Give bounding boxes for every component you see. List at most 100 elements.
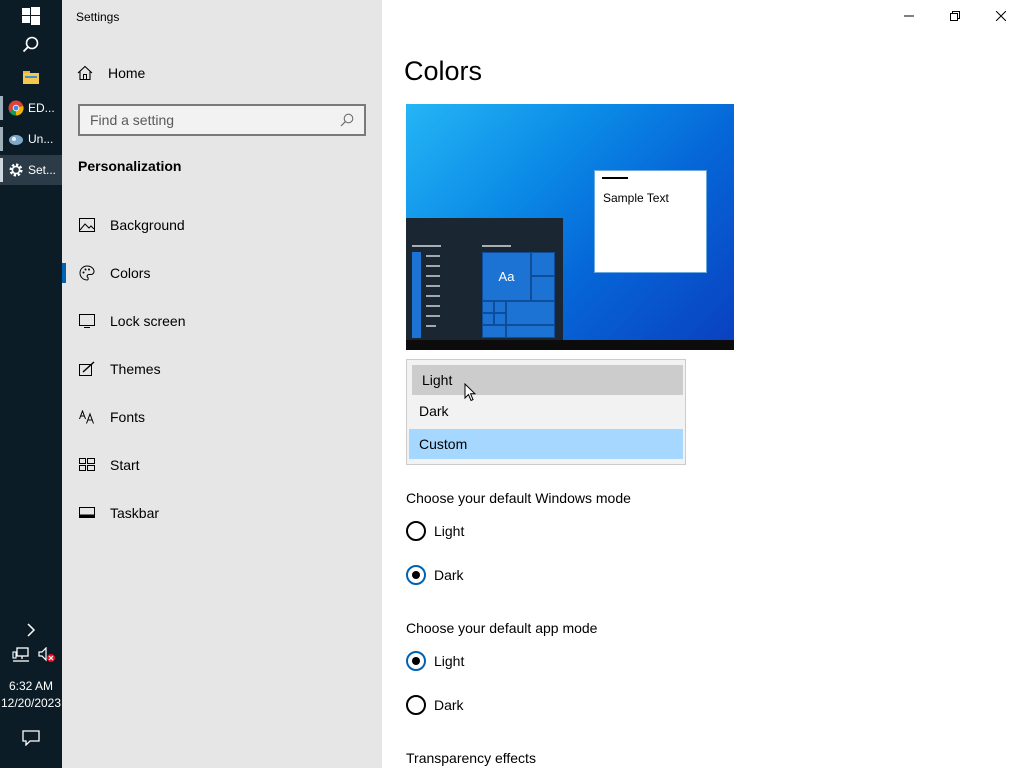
search-box[interactable] xyxy=(78,104,366,136)
sidebar-item-colors[interactable]: Colors xyxy=(62,253,382,293)
windows-mode-dark-radio[interactable]: Dark xyxy=(406,563,464,587)
restore-icon xyxy=(950,11,960,21)
color-preview: Aa Sample Text xyxy=(406,104,734,350)
radio-circle[interactable] xyxy=(406,651,426,671)
taskbar-app-edge[interactable]: ED... xyxy=(0,93,62,123)
preview-tile xyxy=(482,313,494,325)
search-input[interactable] xyxy=(90,112,320,128)
sidebar-item-label: Fonts xyxy=(110,409,146,425)
palette-icon xyxy=(78,264,96,282)
taskbar-app-unknown[interactable]: Un... xyxy=(0,124,62,154)
preview-tile xyxy=(482,301,494,313)
home-label: Home xyxy=(108,65,146,81)
mouse-cursor-icon xyxy=(464,383,476,402)
notification-icon xyxy=(22,730,40,746)
picture-icon xyxy=(78,216,96,234)
taskbar-app-settings[interactable]: Set... xyxy=(0,155,62,185)
radio-circle[interactable] xyxy=(406,521,426,541)
sidebar-item-label: Start xyxy=(110,457,140,473)
dropdown-option-light[interactable]: Light xyxy=(412,365,683,395)
lock-screen-icon xyxy=(78,312,96,330)
windows-mode-light-radio[interactable]: Light xyxy=(406,519,464,543)
preview-taskbar xyxy=(406,340,734,350)
preview-tile-text: Aa xyxy=(498,269,515,284)
sidebar-item-label: Colors xyxy=(110,265,151,281)
search-icon[interactable] xyxy=(340,113,354,127)
running-indicator xyxy=(0,158,3,182)
sidebar-item-taskbar[interactable]: Taskbar xyxy=(62,493,382,533)
transparency-label: Transparency effects xyxy=(406,750,536,766)
radio-label: Light xyxy=(434,523,465,539)
dropdown-option-dark[interactable]: Dark xyxy=(409,396,683,426)
windows-logo-icon xyxy=(22,7,40,25)
taskbar-icon xyxy=(78,504,96,522)
gear-icon xyxy=(9,163,23,177)
search-button[interactable] xyxy=(0,30,62,60)
page-title: Colors xyxy=(404,56,483,86)
preview-tile xyxy=(494,301,506,313)
taskbar-app-label: ED... xyxy=(28,101,55,115)
folder-icon xyxy=(23,71,39,84)
window-title: Settings xyxy=(76,10,120,24)
sidebar-item-label: Background xyxy=(110,217,185,233)
selection-indicator xyxy=(62,263,66,283)
radio-circle[interactable] xyxy=(406,565,426,585)
preview-tile xyxy=(494,313,506,325)
running-indicator xyxy=(0,127,3,151)
radio-circle[interactable] xyxy=(406,695,426,715)
start-icon xyxy=(78,456,96,474)
sidebar-item-label: Themes xyxy=(110,361,161,377)
chevron-right-icon xyxy=(27,623,36,637)
preview-tile xyxy=(531,252,555,276)
sidebar-item-start[interactable]: Start xyxy=(62,445,382,485)
home-link[interactable]: Home xyxy=(76,58,366,88)
chrome-icon xyxy=(8,100,24,116)
app-icon xyxy=(9,135,23,145)
home-icon xyxy=(76,64,94,82)
clock-date: 12/20/2023 xyxy=(0,696,62,710)
close-button[interactable] xyxy=(978,0,1024,32)
taskbar-app-label: Set... xyxy=(28,163,57,177)
action-center-button[interactable] xyxy=(0,723,62,753)
radio-label: Dark xyxy=(434,567,464,583)
running-indicator xyxy=(0,96,3,120)
app-mode-label: Choose your default app mode xyxy=(406,620,598,636)
start-button[interactable] xyxy=(0,1,62,31)
taskbar-app-label: Un... xyxy=(28,132,54,146)
system-tray xyxy=(0,640,62,670)
sidebar-item-background[interactable]: Background xyxy=(62,205,382,245)
settings-content: Colors Aa Sample Text Light Dark Custom … xyxy=(382,0,1024,768)
minimize-icon xyxy=(904,15,914,17)
dropdown-option-custom[interactable]: Custom xyxy=(409,429,683,459)
preview-tile xyxy=(506,325,555,338)
windows-mode-label: Choose your default Windows mode xyxy=(406,490,631,506)
clock[interactable]: 6:32 AM 12/20/2023 xyxy=(0,678,62,712)
preview-tile xyxy=(482,325,506,338)
sidebar-item-label: Lock screen xyxy=(110,313,186,329)
nav-section-title: Personalization xyxy=(78,158,182,174)
preview-sample-text: Sample Text xyxy=(603,191,669,205)
volume-muted-icon[interactable] xyxy=(38,647,56,663)
sidebar-item-label: Taskbar xyxy=(110,505,160,521)
sidebar-item-fonts[interactable]: Fonts xyxy=(62,397,382,437)
network-icon[interactable] xyxy=(12,647,30,663)
preview-title-line xyxy=(602,177,628,179)
app-mode-light-radio[interactable]: Light xyxy=(406,649,464,673)
choose-color-dropdown-list[interactable]: Light Dark Custom xyxy=(406,359,686,465)
clock-time: 6:32 AM xyxy=(8,679,54,693)
close-icon xyxy=(996,11,1006,21)
font-icon xyxy=(78,408,96,426)
search-icon xyxy=(22,36,39,53)
minimize-button[interactable] xyxy=(886,0,932,32)
settings-nav-pane: Settings Home Personalization Background xyxy=(62,0,382,768)
preview-sample-window: Sample Text xyxy=(594,170,707,273)
sidebar-item-lock-screen[interactable]: Lock screen xyxy=(62,301,382,341)
app-mode-dark-radio[interactable]: Dark xyxy=(406,693,464,717)
taskbar: ED... Un... Set... 6:32 AM 12/20/2023 xyxy=(0,0,62,768)
restore-button[interactable] xyxy=(932,0,978,32)
preview-tile xyxy=(531,276,555,301)
sidebar-item-themes[interactable]: Themes xyxy=(62,349,382,389)
brush-icon xyxy=(78,360,96,378)
file-explorer-button[interactable] xyxy=(0,62,62,92)
radio-label: Light xyxy=(434,653,465,669)
